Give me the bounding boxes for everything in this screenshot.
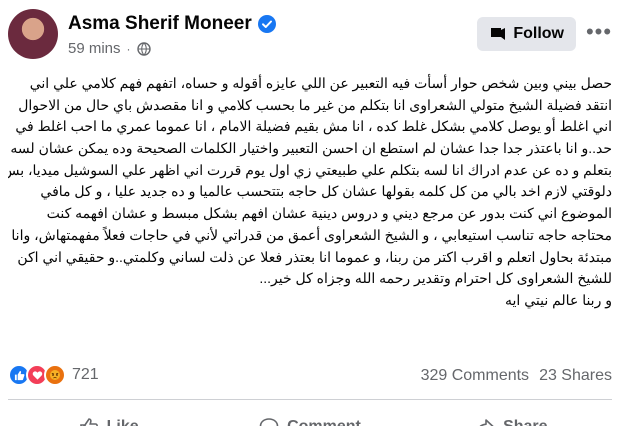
follow-label: Follow: [513, 25, 564, 42]
post-meta: 59 mins ·: [68, 40, 151, 57]
post-text-line: انتقد فضيلة الشيخ متولي الشعراوى انا بتك…: [18, 96, 612, 113]
author-avatar[interactable]: [8, 9, 58, 59]
shares-count[interactable]: 23 Shares: [539, 367, 612, 385]
reactions-summary[interactable]: 721: [8, 364, 99, 386]
engagement-counts: 329 Comments 23 Shares: [421, 367, 612, 385]
post-text-line: اني اغلط أو يوصل كلامي بشكل غلط كده ، ان…: [15, 118, 612, 135]
author-name[interactable]: Asma Sherif Moneer: [68, 13, 252, 35]
comment-label: Comment: [287, 418, 361, 426]
post-text: حصل بيني وبين شخص حوار أسأت فيه التعبير …: [8, 73, 612, 312]
post-text-line: الموضوع اني كنت بدور عن مرجع ديني و دروس…: [46, 205, 612, 222]
reaction-count: 721: [72, 366, 99, 383]
divider: [8, 399, 612, 400]
post-header: Asma Sherif Moneer 59 mins · Follow •••: [8, 9, 612, 63]
share-label: Share: [503, 418, 547, 426]
comment-button[interactable]: Comment: [209, 412, 410, 426]
post-text-line: محتاجه حاجه تناسب استيعابي ، و الشيخ الش…: [11, 226, 612, 243]
follow-icon: [491, 28, 506, 40]
verified-badge-icon: [257, 15, 276, 33]
angry-reaction-icon: [44, 364, 66, 386]
comment-icon: [259, 418, 279, 426]
post-text-line: بتعلم و ده عن عدم ادراك انا لسه بتكلم عل…: [8, 161, 612, 178]
action-bar: Like Comment Share: [8, 412, 612, 426]
post-text-line: و ربنا عالم نيتي ايه: [505, 291, 612, 308]
author-name-row: Asma Sherif Moneer: [68, 13, 276, 35]
post-time[interactable]: 59 mins: [68, 40, 121, 57]
post-stats: 721 329 Comments 23 Shares: [8, 362, 612, 390]
thumbs-up-icon: [79, 418, 98, 426]
post-text-line: مبتدئة بحاول اتعلم و اقرب اكتر من ربنا، …: [17, 248, 612, 265]
meta-separator: ·: [126, 41, 131, 56]
like-label: Like: [107, 418, 139, 426]
share-icon: [479, 419, 494, 426]
post-text-line: دلوقتي لازم اخد بالي من كل كلمه بقولها ع…: [40, 183, 612, 200]
more-options-icon[interactable]: •••: [586, 19, 612, 45]
globe-icon[interactable]: [136, 41, 151, 56]
post-text-line: حصل بيني وبين شخص حوار أسأت فيه التعبير …: [29, 75, 612, 91]
post-card: Asma Sherif Moneer 59 mins · Follow ••• …: [0, 0, 620, 426]
post-text-line: حد..و انا باعتذر جدا جدا عشان لم استطع ا…: [10, 140, 612, 157]
share-button[interactable]: Share: [411, 412, 612, 426]
post-text-line: للشيخ الشعراوى كل احترام وتقدير رحمه الل…: [259, 270, 612, 287]
follow-button[interactable]: Follow: [477, 17, 576, 51]
comments-count[interactable]: 329 Comments: [421, 367, 530, 385]
like-button[interactable]: Like: [8, 412, 209, 426]
